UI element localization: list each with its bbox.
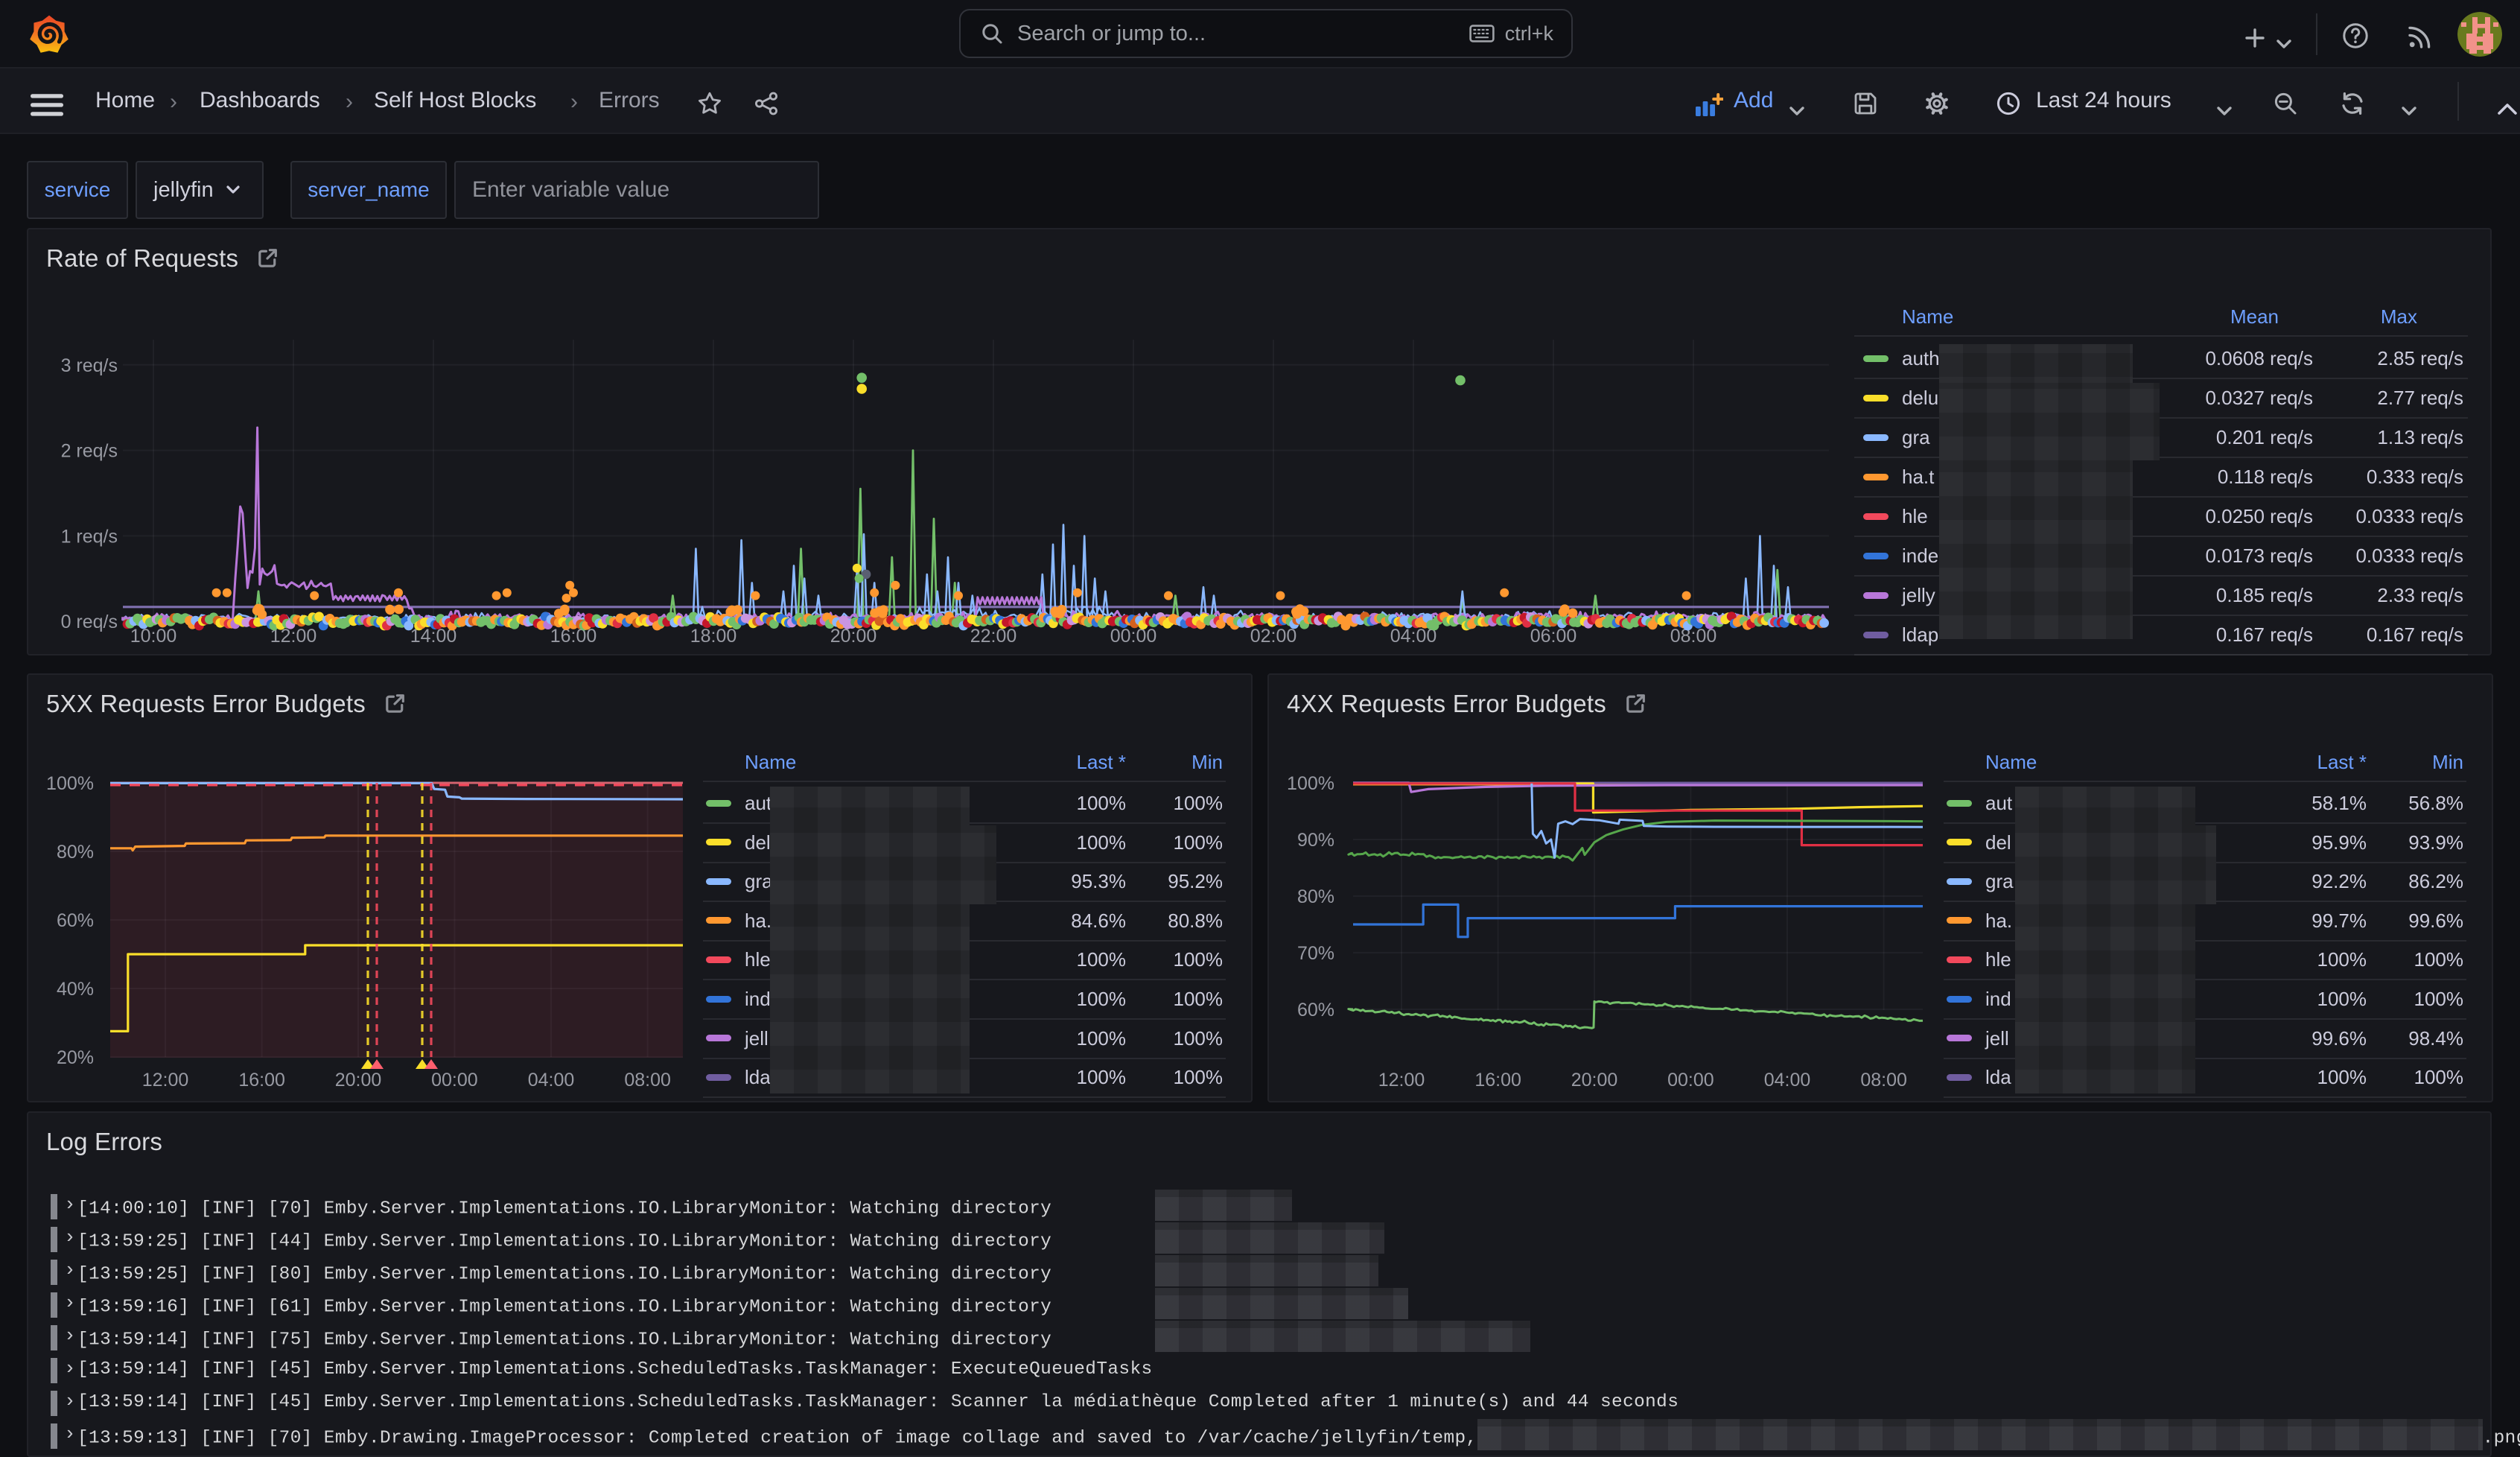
svg-text:08:00: 08:00 bbox=[1860, 1070, 1907, 1091]
svg-text:08:00: 08:00 bbox=[624, 1070, 671, 1091]
svg-text:2 req/s: 2 req/s bbox=[61, 441, 118, 462]
svg-text:00:00: 00:00 bbox=[1110, 626, 1157, 647]
svg-text:12:00: 12:00 bbox=[142, 1070, 189, 1091]
svg-text:1 req/s: 1 req/s bbox=[61, 526, 118, 547]
svg-text:20:00: 20:00 bbox=[335, 1070, 382, 1091]
svg-text:80%: 80% bbox=[57, 842, 94, 863]
svg-text:06:00: 06:00 bbox=[1530, 626, 1577, 647]
svg-text:22:00: 22:00 bbox=[970, 626, 1017, 647]
svg-text:12:00: 12:00 bbox=[1378, 1070, 1425, 1091]
svg-text:3 req/s: 3 req/s bbox=[61, 355, 118, 376]
svg-text:60%: 60% bbox=[1297, 1000, 1334, 1020]
svg-text:00:00: 00:00 bbox=[1667, 1070, 1714, 1091]
svg-text:16:00: 16:00 bbox=[238, 1070, 285, 1091]
svg-text:04:00: 04:00 bbox=[528, 1070, 575, 1091]
svg-text:00:00: 00:00 bbox=[431, 1070, 478, 1091]
svg-text:100%: 100% bbox=[1287, 773, 1334, 794]
svg-text:0 req/s: 0 req/s bbox=[61, 612, 118, 632]
svg-text:18:00: 18:00 bbox=[690, 626, 737, 647]
svg-text:20:00: 20:00 bbox=[830, 626, 877, 647]
svg-text:70%: 70% bbox=[1297, 943, 1334, 964]
svg-text:80%: 80% bbox=[1297, 886, 1334, 907]
svg-text:20:00: 20:00 bbox=[1571, 1070, 1618, 1091]
svg-text:02:00: 02:00 bbox=[1250, 626, 1297, 647]
svg-text:40%: 40% bbox=[57, 979, 94, 1000]
svg-text:60%: 60% bbox=[57, 910, 94, 931]
svg-text:90%: 90% bbox=[1297, 830, 1334, 851]
svg-text:16:00: 16:00 bbox=[1474, 1070, 1521, 1091]
svg-text:10:00: 10:00 bbox=[130, 626, 177, 647]
svg-text:04:00: 04:00 bbox=[1764, 1070, 1811, 1091]
svg-text:100%: 100% bbox=[46, 773, 94, 794]
svg-text:20%: 20% bbox=[57, 1047, 94, 1068]
